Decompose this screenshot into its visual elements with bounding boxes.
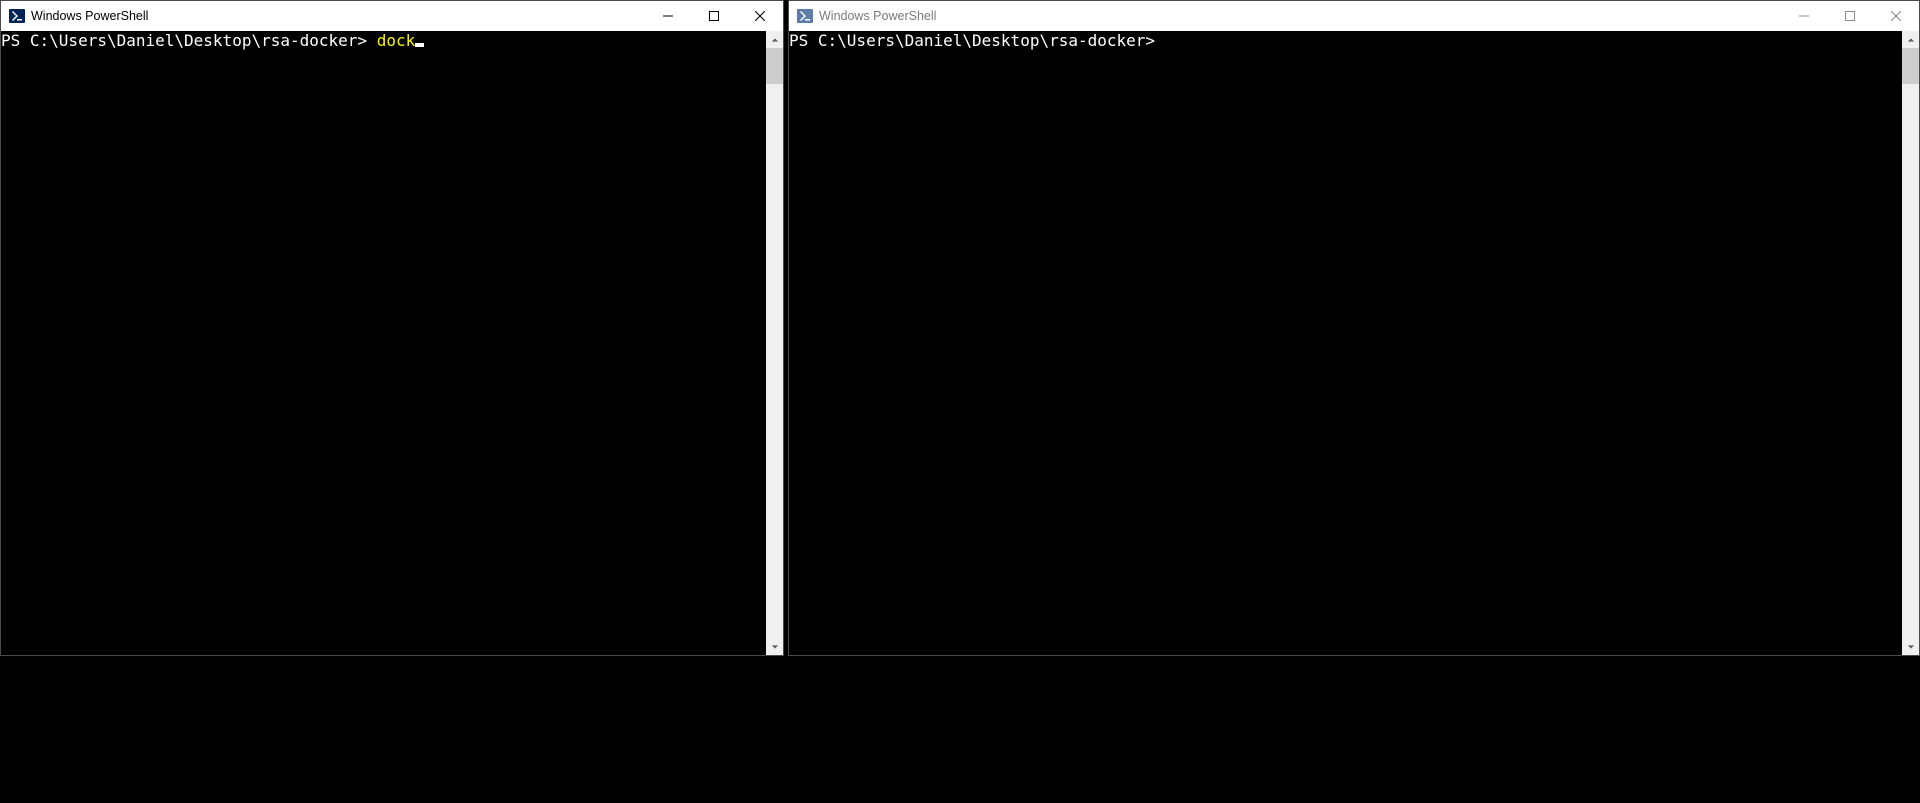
prompt-text: PS C:\Users\Daniel\Desktop\rsa-docker> xyxy=(1,31,377,50)
terminal-left[interactable]: PS C:\Users\Daniel\Desktop\rsa-docker> d… xyxy=(1,31,766,655)
powershell-window-right: Windows PowerShell PS C:\Users\Daniel\De… xyxy=(788,0,1920,656)
close-button[interactable] xyxy=(1873,1,1919,31)
powershell-icon xyxy=(797,8,813,24)
command-text: dock xyxy=(377,31,416,50)
window-title: Windows PowerShell xyxy=(819,9,936,23)
powershell-window-left: Windows PowerShell PS C:\Users\Daniel\De… xyxy=(0,0,784,656)
scroll-thumb[interactable] xyxy=(766,48,783,84)
vertical-scrollbar[interactable] xyxy=(1902,31,1919,655)
powershell-icon xyxy=(9,8,25,24)
close-button[interactable] xyxy=(737,1,783,31)
window-title: Windows PowerShell xyxy=(31,9,148,23)
maximize-button[interactable] xyxy=(1827,1,1873,31)
scroll-thumb[interactable] xyxy=(1902,48,1919,84)
scroll-up-button[interactable] xyxy=(766,31,783,48)
text-cursor xyxy=(415,43,424,47)
desktop: Windows PowerShell PS C:\Users\Daniel\De… xyxy=(0,0,1920,803)
vertical-scrollbar[interactable] xyxy=(766,31,783,655)
client-area: PS C:\Users\Daniel\Desktop\rsa-docker> xyxy=(789,31,1919,655)
client-area: PS C:\Users\Daniel\Desktop\rsa-docker> d… xyxy=(1,31,783,655)
prompt-text: PS C:\Users\Daniel\Desktop\rsa-docker> xyxy=(789,31,1155,50)
minimize-button[interactable] xyxy=(645,1,691,31)
window-controls xyxy=(1781,1,1919,31)
scroll-down-button[interactable] xyxy=(766,638,783,655)
maximize-button[interactable] xyxy=(691,1,737,31)
scroll-track[interactable] xyxy=(1902,48,1919,638)
window-controls xyxy=(645,1,783,31)
minimize-button[interactable] xyxy=(1781,1,1827,31)
titlebar-left[interactable]: Windows PowerShell xyxy=(1,1,783,31)
scroll-up-button[interactable] xyxy=(1902,31,1919,48)
terminal-right[interactable]: PS C:\Users\Daniel\Desktop\rsa-docker> xyxy=(789,31,1902,655)
scroll-track[interactable] xyxy=(766,48,783,638)
titlebar-right[interactable]: Windows PowerShell xyxy=(789,1,1919,31)
scroll-down-button[interactable] xyxy=(1902,638,1919,655)
